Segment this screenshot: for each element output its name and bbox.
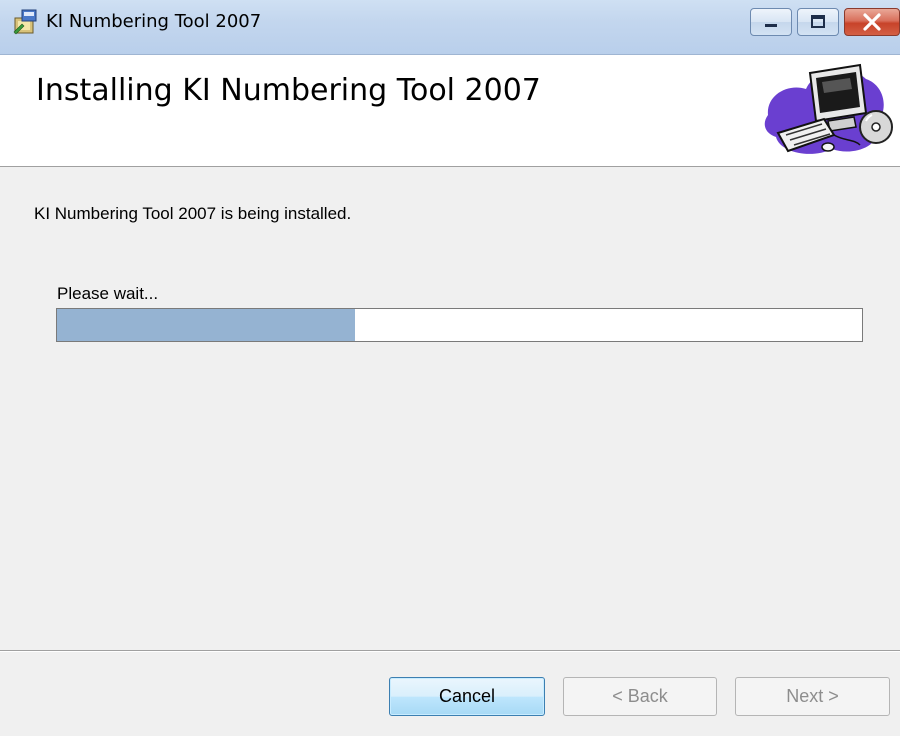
close-button[interactable]	[844, 8, 900, 36]
progress-fill	[57, 309, 355, 341]
minimize-icon	[765, 24, 777, 27]
minimize-button[interactable]	[750, 8, 792, 36]
next-button[interactable]: Next >	[735, 677, 890, 716]
title-bar[interactable]: KI Numbering Tool 2007	[0, 0, 900, 55]
install-progress-bar	[56, 308, 863, 342]
cancel-button[interactable]: Cancel	[389, 677, 545, 716]
install-status-text: KI Numbering Tool 2007 is being installe…	[34, 204, 352, 223]
cancel-button-label: Cancel	[438, 686, 496, 706]
close-icon	[863, 13, 881, 31]
footer-divider	[0, 650, 900, 652]
maximize-button[interactable]	[797, 8, 839, 36]
next-button-label: Next >	[786, 686, 839, 706]
back-button[interactable]: < Back	[563, 677, 717, 716]
maximize-icon	[811, 15, 825, 28]
installer-window: KI Numbering Tool 2007 Installing KI Num…	[0, 0, 900, 736]
back-button-label: < Back	[612, 686, 668, 706]
window-title: KI Numbering Tool 2007	[46, 11, 262, 32]
page-title: Installing KI Numbering Tool 2007	[36, 73, 541, 108]
installer-app-icon	[13, 9, 37, 35]
header-banner: Installing KI Numbering Tool 2007	[0, 55, 900, 167]
computer-setup-icon	[764, 63, 893, 154]
please-wait-label: Please wait...	[57, 284, 159, 303]
